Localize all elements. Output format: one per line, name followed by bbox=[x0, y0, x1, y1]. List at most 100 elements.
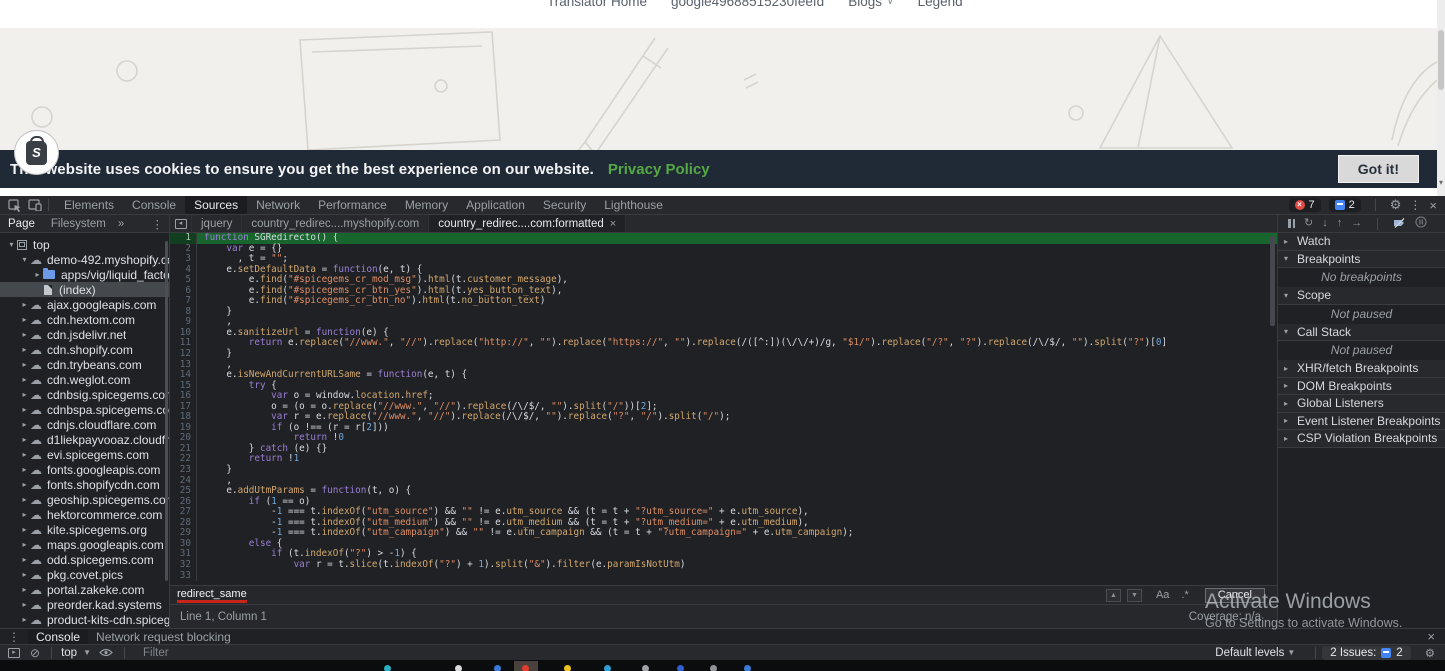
code-line[interactable]: 7 e.find("#spicegems_cr_btn_no").html(t.… bbox=[170, 296, 1277, 307]
site-nav-link-legend[interactable]: Legend bbox=[918, 0, 963, 9]
tree-item[interactable]: ▸☁cdn.hextom.com bbox=[0, 312, 169, 327]
deactivate-breakpoints-icon[interactable] bbox=[1393, 217, 1406, 231]
pause-on-exceptions-icon[interactable] bbox=[1415, 216, 1427, 231]
expander-right-icon[interactable]: ▸ bbox=[19, 540, 30, 549]
console-filter-input[interactable]: Filter bbox=[143, 647, 1215, 659]
expander-right-icon[interactable]: ▸ bbox=[32, 270, 43, 279]
code-line[interactable]: 20 return !0 bbox=[170, 433, 1277, 444]
issues-counter[interactable]: 2 Issues: 2 bbox=[1322, 646, 1410, 660]
expander-right-icon[interactable]: ▸ bbox=[19, 345, 30, 354]
expander-right-icon[interactable]: ▸ bbox=[19, 585, 30, 594]
tab-page[interactable]: Page bbox=[0, 218, 43, 230]
tab-application[interactable]: Application bbox=[457, 196, 534, 214]
expander-down-icon[interactable]: ▾ bbox=[6, 240, 17, 249]
close-devtools-icon[interactable]: × bbox=[1429, 198, 1437, 213]
tab-memory[interactable]: Memory bbox=[396, 196, 457, 214]
search-input[interactable]: redirect_same bbox=[177, 588, 247, 603]
code-line[interactable]: 32 var r = t.slice(t.indexOf("?") + 1).s… bbox=[170, 560, 1277, 571]
tree-item[interactable]: ▾top bbox=[0, 237, 169, 252]
search-next-icon[interactable]: ▼ bbox=[1127, 589, 1142, 602]
tree-item[interactable]: ▸☁preorder.kad.systems bbox=[0, 597, 169, 612]
expander-right-icon[interactable]: ▸ bbox=[19, 435, 30, 444]
page-scrollbar[interactable]: ▾ bbox=[1437, 0, 1445, 196]
section-dom-breakpoints[interactable]: ▸DOM Breakpoints bbox=[1278, 378, 1445, 396]
tree-item[interactable]: ▸☁odd.spicegems.com bbox=[0, 552, 169, 567]
more-options-icon[interactable]: ⋮ bbox=[1409, 198, 1421, 212]
section-call-stack[interactable]: ▾Call Stack bbox=[1278, 324, 1445, 342]
files-panel-menu-icon[interactable]: ⋮ bbox=[152, 217, 170, 231]
expander-right-icon[interactable]: ▸ bbox=[19, 300, 30, 309]
tab-lighthouse[interactable]: Lighthouse bbox=[595, 196, 672, 214]
settings-gear-icon[interactable]: ⚙ bbox=[1390, 197, 1402, 213]
drawer-menu-icon[interactable]: ⋮ bbox=[0, 630, 28, 644]
expander-right-icon[interactable]: ▸ bbox=[19, 315, 30, 324]
code-editor[interactable]: 1function SGRedirecto() {2 var e = {}3 ,… bbox=[170, 233, 1277, 585]
tree-item[interactable]: ▸☁cdn.trybeans.com bbox=[0, 357, 169, 372]
issues-badge[interactable]: 2 bbox=[1329, 198, 1361, 212]
expander-right-icon[interactable]: ▸ bbox=[19, 480, 30, 489]
taskbar-icon[interactable] bbox=[522, 665, 529, 671]
tree-item[interactable]: ▸☁kite.spicegems.org bbox=[0, 522, 169, 537]
tab-sources[interactable]: Sources bbox=[185, 196, 247, 214]
expander-right-icon[interactable]: ▸ bbox=[19, 465, 30, 474]
tab-elements[interactable]: Elements bbox=[55, 196, 123, 214]
code-line[interactable]: 8 } bbox=[170, 307, 1277, 318]
code-line[interactable]: 23 } bbox=[170, 465, 1277, 476]
console-sidebar-icon[interactable]: ▸ bbox=[8, 648, 20, 658]
step-over-icon[interactable]: ↻ bbox=[1304, 218, 1313, 229]
console-settings-gear-icon[interactable]: ⚙ bbox=[1425, 646, 1445, 660]
tree-item[interactable]: ▸☁maps.googleapis.com bbox=[0, 537, 169, 552]
code-line[interactable]: 14 e.isNewAndCurrentURLSame = function(e… bbox=[170, 370, 1277, 381]
tree-item[interactable]: ▸☁portal.zakeke.com bbox=[0, 582, 169, 597]
taskbar-icon[interactable] bbox=[384, 665, 391, 671]
tab-performance[interactable]: Performance bbox=[309, 196, 396, 214]
tree-item[interactable]: ▸apps/vig/liquid_factory bbox=[0, 267, 169, 282]
taskbar-icon[interactable] bbox=[494, 665, 501, 671]
tree-item[interactable]: ▸☁cdnjs.cloudflare.com bbox=[0, 417, 169, 432]
close-tab-icon[interactable]: × bbox=[610, 218, 616, 230]
expander-right-icon[interactable]: ▸ bbox=[19, 375, 30, 384]
context-selector[interactable]: top bbox=[61, 647, 77, 659]
editor-tab[interactable]: country_redirec....myshopify.com bbox=[242, 215, 429, 232]
drawer-close-icon[interactable]: × bbox=[1427, 629, 1445, 644]
cookie-accept-button[interactable]: Got it! bbox=[1338, 155, 1419, 183]
drawer-tab-network-request-blocking[interactable]: Network request blocking bbox=[88, 629, 239, 645]
expander-right-icon[interactable]: ▸ bbox=[19, 420, 30, 429]
taskbar-icon[interactable] bbox=[744, 665, 751, 671]
section-scope[interactable]: ▾Scope bbox=[1278, 287, 1445, 305]
expander-right-icon[interactable]: ▸ bbox=[19, 600, 30, 609]
search-cancel-button[interactable]: Cancel bbox=[1205, 588, 1265, 603]
code-line[interactable]: 2 var e = {} bbox=[170, 244, 1277, 255]
code-line[interactable]: 29 -1 === t.indexOf("utm_campaign") && "… bbox=[170, 528, 1277, 539]
tree-item[interactable]: ▸☁fonts.googleapis.com bbox=[0, 462, 169, 477]
expander-right-icon[interactable]: ▸ bbox=[19, 330, 30, 339]
inspect-element-icon[interactable] bbox=[8, 199, 22, 212]
tab-security[interactable]: Security bbox=[534, 196, 595, 214]
privacy-policy-link[interactable]: Privacy Policy bbox=[608, 161, 710, 178]
section-breakpoints[interactable]: ▾Breakpoints bbox=[1278, 251, 1445, 269]
taskbar-icon[interactable] bbox=[455, 665, 462, 671]
tree-item[interactable]: ▸☁geoship.spicegems.com bbox=[0, 492, 169, 507]
step-into-icon[interactable]: ↓ bbox=[1322, 218, 1328, 229]
search-previous-icon[interactable]: ▲ bbox=[1106, 589, 1121, 602]
expander-right-icon[interactable]: ▸ bbox=[19, 390, 30, 399]
expander-right-icon[interactable]: ▸ bbox=[19, 450, 30, 459]
more-tabs-chevron[interactable]: » bbox=[114, 218, 128, 230]
pause-script-icon[interactable] bbox=[1288, 219, 1295, 228]
tree-item[interactable]: ▸☁cdn.weglot.com bbox=[0, 372, 169, 387]
expander-right-icon[interactable]: ▸ bbox=[19, 405, 30, 414]
tab-console[interactable]: Console bbox=[123, 196, 185, 214]
tree-item[interactable]: ▸☁product-kits-cdn.spicegems.co bbox=[0, 612, 169, 627]
tree-item[interactable]: ▸☁cdnbsig.spicegems.com bbox=[0, 387, 169, 402]
tree-item[interactable]: ▸☁evi.spicegems.com bbox=[0, 447, 169, 462]
code-line[interactable]: 33 bbox=[170, 571, 1277, 582]
expander-right-icon[interactable]: ▸ bbox=[19, 525, 30, 534]
tab-filesystem[interactable]: Filesystem bbox=[43, 218, 114, 230]
section-watch[interactable]: ▸Watch bbox=[1278, 233, 1445, 251]
taskbar-icon[interactable] bbox=[564, 665, 571, 671]
expander-right-icon[interactable]: ▸ bbox=[19, 615, 30, 624]
editor-scrollbar[interactable] bbox=[1270, 236, 1275, 326]
tab-network[interactable]: Network bbox=[247, 196, 309, 214]
tree-item[interactable]: (index) bbox=[0, 282, 169, 297]
site-nav-link-google49688515230feefd[interactable]: google49688515230feefd bbox=[671, 0, 824, 9]
